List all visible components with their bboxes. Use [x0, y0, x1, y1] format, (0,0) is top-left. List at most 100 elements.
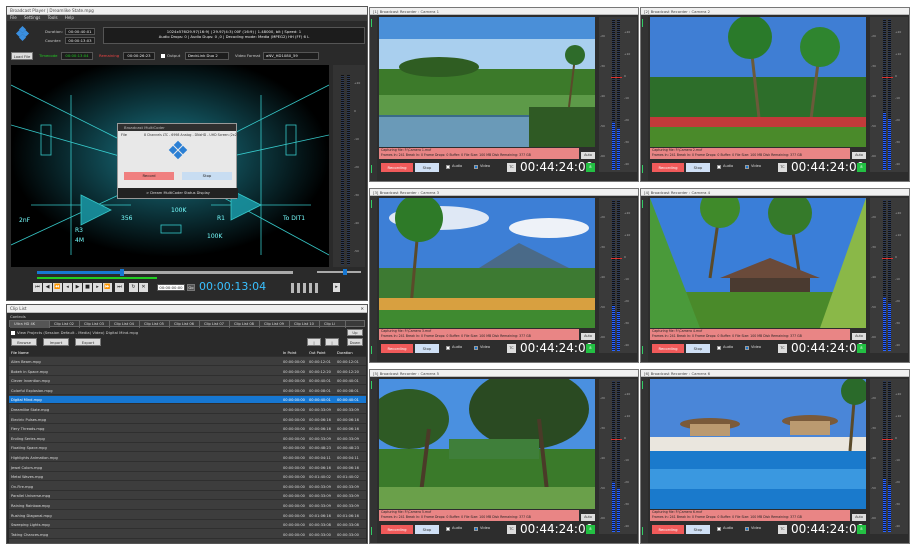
- table-row[interactable]: Metal Waves.mpg 00:00:00:00 00:01:40:02 00:…: [9, 473, 366, 482]
- recording-button[interactable]: Recording: [381, 525, 413, 534]
- menu-tools[interactable]: Tools: [48, 15, 58, 20]
- next-button[interactable]: |: [325, 338, 339, 346]
- audio-checkbox[interactable]: [446, 527, 450, 531]
- path-checkbox[interactable]: [11, 331, 15, 335]
- video-checkbox[interactable]: [474, 165, 478, 169]
- table-row[interactable]: On-Fire.mpg 00:00:00:00 00:00:33:09 00:00:3…: [9, 483, 366, 491]
- status-green-button[interactable]: 8: [586, 344, 595, 353]
- status-green-button[interactable]: 8: [857, 344, 866, 353]
- close-icon[interactable]: ✕: [360, 305, 364, 313]
- dialog-file-menu[interactable]: File: [121, 133, 127, 137]
- table-row[interactable]: Electric Pulses.mpg 00:00:00:00 00:00:06:1…: [9, 416, 366, 424]
- table-row[interactable]: Clever Invention.mpg 00:00:00:00 00:00:40:…: [9, 377, 366, 386]
- table-row[interactable]: Taking Chances.mpg 00:00:00:00 00:00:33:00…: [9, 531, 366, 539]
- table-row[interactable]: Fiery Threads.mpg 00:00:00:00 00:00:06:16 0…: [9, 425, 366, 434]
- table-row[interactable]: Bokeh in Space.mpg 00:00:00:00 00:00:12:20…: [9, 368, 366, 376]
- header-in-point[interactable]: In Point: [283, 349, 296, 357]
- stop-button[interactable]: Stop: [415, 525, 439, 534]
- go-button[interactable]: Go: [187, 284, 195, 291]
- table-row[interactable]: Parallel Universe.mpg 00:00:00:00 00:00:33…: [9, 492, 366, 501]
- table-row[interactable]: Highlights Animation.mpg 00:00:00:00 00:00…: [9, 454, 366, 462]
- seek-handle[interactable]: [120, 269, 125, 276]
- recording-button[interactable]: Recording: [652, 163, 684, 172]
- stop-button[interactable]: Stop: [686, 525, 710, 534]
- loop-icon[interactable]: ↻: [129, 283, 138, 292]
- up-button[interactable]: Up: [347, 329, 363, 336]
- table-row[interactable]: Rushing Diagonal.mpg 00:00:00:00 00:01:06:…: [9, 512, 366, 520]
- prev-button[interactable]: |: [307, 338, 321, 346]
- status-green-button[interactable]: 8: [586, 525, 595, 534]
- stop-button[interactable]: Stop: [686, 163, 710, 172]
- video-checkbox[interactable]: [474, 527, 478, 531]
- clip-tab[interactable]: Clip List 02: [50, 321, 80, 328]
- audio-checkbox[interactable]: [717, 346, 721, 350]
- browse-button[interactable]: Browse: [11, 338, 37, 346]
- auto-button[interactable]: Auto: [852, 333, 866, 340]
- auto-button[interactable]: Auto: [581, 514, 595, 521]
- recording-button[interactable]: Recording: [652, 344, 684, 353]
- import-button[interactable]: Import: [43, 338, 69, 346]
- table-row[interactable]: Ending Series.mpg 00:00:00:00 00:00:33:09 0…: [9, 435, 366, 443]
- clip-tab[interactable]: Clip List 08: [230, 321, 260, 328]
- load-file-button[interactable]: Load File: [11, 52, 33, 60]
- auto-button[interactable]: Auto: [852, 152, 866, 159]
- skip-start-button[interactable]: ⏮: [33, 283, 42, 292]
- tc-button[interactable]: TC: [778, 163, 787, 172]
- video-checkbox[interactable]: [745, 165, 749, 169]
- status-green-button[interactable]: 8: [857, 525, 866, 534]
- header-out-point[interactable]: Out Point: [309, 349, 326, 357]
- audio-checkbox[interactable]: [446, 346, 450, 350]
- table-row[interactable]: Colorful Explosion.mpg 00:00:00:00 00:00:0…: [9, 387, 366, 395]
- table-row[interactable]: Raining Rainbow.mpg 00:00:00:00 00:00:33:0…: [9, 502, 366, 510]
- clip-tab[interactable]: Clip List 10: [290, 321, 320, 328]
- status-green-button[interactable]: 8: [586, 163, 595, 172]
- stop-button[interactable]: Stop: [686, 344, 710, 353]
- status-green-button[interactable]: 8: [857, 163, 866, 172]
- recording-button[interactable]: Recording: [381, 163, 413, 172]
- tc-button[interactable]: TC: [507, 525, 516, 534]
- volume-handle[interactable]: [343, 269, 348, 275]
- audio-checkbox[interactable]: [717, 527, 721, 531]
- menu-file[interactable]: File: [10, 15, 17, 20]
- play-button[interactable]: ▶: [73, 283, 82, 292]
- video-checkbox[interactable]: [474, 346, 478, 350]
- rewind-button[interactable]: ⏪: [53, 283, 62, 292]
- auto-button[interactable]: Auto: [581, 333, 595, 340]
- clip-tab[interactable]: Clip Li: [320, 321, 346, 328]
- stop-button[interactable]: ■: [83, 283, 92, 292]
- table-row[interactable]: Floating Space.mpg 00:00:00:00 00:00:48:23…: [9, 444, 366, 453]
- skip-end-button[interactable]: ⏭: [115, 283, 124, 292]
- clip-tab[interactable]: Clip List 03: [80, 321, 110, 328]
- view-grid-icon[interactable]: [291, 283, 319, 293]
- table-row[interactable]: Alien Beam.mpg 00:00:00:00 00:00:12:01 00:0…: [9, 358, 366, 366]
- recording-button[interactable]: Recording: [652, 525, 684, 534]
- tc-button[interactable]: TC: [778, 525, 787, 534]
- output-select[interactable]: DeckLink Duo 2: [185, 52, 229, 60]
- clip-tab[interactable]: Clip List 09: [260, 321, 290, 328]
- prev-frame-button[interactable]: ◀: [43, 283, 52, 292]
- video-checkbox[interactable]: [745, 346, 749, 350]
- table-row[interactable]: Jewel Colors.mpg 00:00:00:00 00:00:06:16 00…: [9, 464, 366, 472]
- down-button[interactable]: Down: [347, 338, 363, 346]
- output-checkbox[interactable]: [161, 54, 165, 58]
- clip-tab[interactable]: Clip List 05: [140, 321, 170, 328]
- audio-checkbox[interactable]: [446, 165, 450, 169]
- auto-button[interactable]: Auto: [581, 152, 595, 159]
- panel-toggle-icon[interactable]: ▸: [333, 283, 340, 292]
- clip-tab[interactable]: Clip List 04: [110, 321, 140, 328]
- seek-bar[interactable]: [37, 269, 293, 276]
- recording-button[interactable]: Recording: [381, 344, 413, 353]
- audio-checkbox[interactable]: [717, 165, 721, 169]
- header-duration[interactable]: Duration: [337, 349, 353, 357]
- goto-timecode-input[interactable]: 00:00:00:00: [157, 284, 185, 291]
- step-forward-button[interactable]: ▸: [93, 283, 102, 292]
- export-button[interactable]: Export: [75, 338, 101, 346]
- table-row[interactable]: Digital Mind.mpg 00:00:00:00 00:00:40:01 00…: [9, 396, 366, 405]
- table-row[interactable]: Dreamlike State.mpg 00:00:00:00 00:00:33:0…: [9, 406, 366, 414]
- menu-settings[interactable]: Settings: [24, 15, 40, 20]
- table-row[interactable]: Sweeping Lights.mpg 00:00:00:00 00:00:33:0…: [9, 521, 366, 530]
- tc-button[interactable]: TC: [507, 344, 516, 353]
- step-back-button[interactable]: ◂: [63, 283, 72, 292]
- dialog-record-button[interactable]: Record: [124, 172, 174, 180]
- clip-tab[interactable]: Clip List 06: [170, 321, 200, 328]
